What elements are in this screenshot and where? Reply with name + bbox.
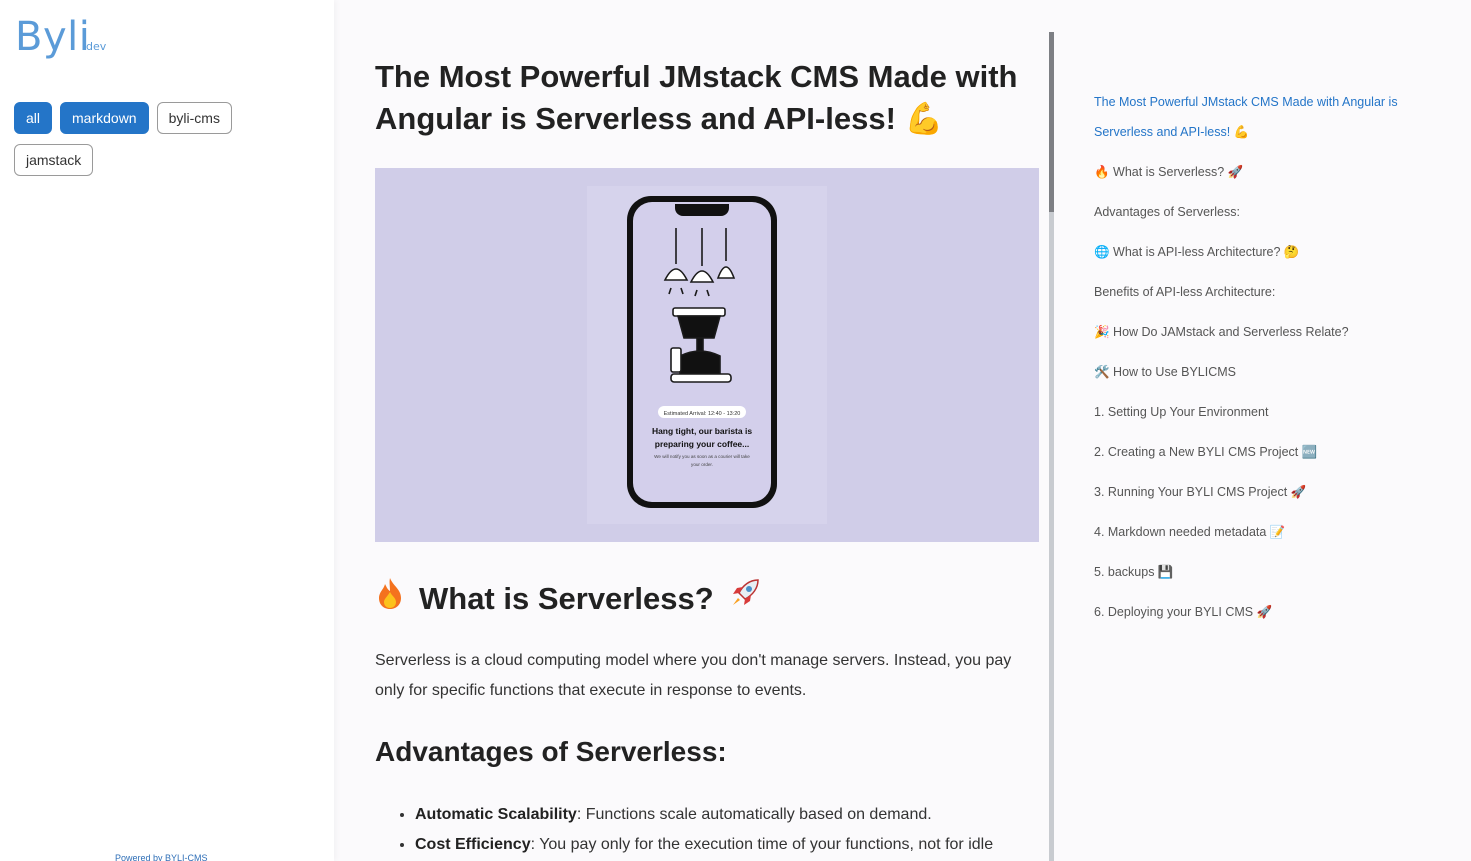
- toc-item-title[interactable]: The Most Powerful JMstack CMS Made with …: [1094, 87, 1434, 147]
- hero-heading-line1: Hang tight, our barista is: [652, 426, 752, 436]
- phone-illustration: Estimated Arrival: 12:40 - 13:20 Hang ti…: [587, 186, 827, 524]
- hero-heading-line2: preparing your coffee...: [655, 439, 749, 449]
- article-title: The Most Powerful JMstack CMS Made with …: [375, 59, 1018, 136]
- toc-item-run-project[interactable]: 3. Running Your BYLI CMS Project 🚀: [1094, 477, 1434, 507]
- hero-sub-line1: We will notify you as soon as a courier …: [654, 454, 750, 459]
- toc-item-create-project[interactable]: 2. Creating a New BYLI CMS Project 🆕: [1094, 437, 1434, 467]
- list-item-term: Automatic Scalability: [415, 806, 577, 823]
- tag-byli-cms-button[interactable]: byli-cms: [156, 102, 232, 134]
- list-item-text: : You pay only for the execution time of…: [530, 836, 994, 853]
- advantages-list: Automatic Scalability: Functions scale a…: [415, 800, 1045, 860]
- powered-by-link[interactable]: Powered by BYLI-CMS: [115, 853, 208, 861]
- table-of-contents: The Most Powerful JMstack CMS Made with …: [1094, 87, 1434, 637]
- section-heading-serverless-text: What is Serverless?: [419, 581, 714, 616]
- toc-item-deploying[interactable]: 6. Deploying your BYLI CMS 🚀: [1094, 597, 1434, 627]
- section-heading-serverless: What is Serverless?: [375, 576, 1045, 622]
- toc-item-markdown-metadata[interactable]: 4. Markdown needed metadata 📝: [1094, 517, 1434, 547]
- rocket-icon: [728, 576, 762, 622]
- brand-logo[interactable]: Byli: [15, 14, 90, 60]
- toc-item-backups[interactable]: 5. backups 💾: [1094, 557, 1434, 587]
- list-item: Automatic Scalability: Functions scale a…: [415, 800, 1045, 830]
- list-item-text: : Functions scale automatically based on…: [576, 806, 932, 823]
- hero-sub-line2: your order.: [691, 462, 713, 467]
- toc-item-what-is-api-less[interactable]: 🌐 What is API-less Architecture? 🤔: [1094, 237, 1434, 267]
- page: Byli dev all markdown byli-cms jamstack …: [0, 0, 1471, 861]
- toc-item-what-is-serverless[interactable]: 🔥 What is Serverless? 🚀: [1094, 157, 1434, 187]
- fire-icon: [375, 576, 405, 622]
- tag-jamstack-button[interactable]: jamstack: [14, 144, 94, 176]
- section-heading-advantages: Advantages of Serverless:: [375, 736, 727, 767]
- toc-item-advantages-serverless[interactable]: Advantages of Serverless:: [1094, 197, 1434, 227]
- brand-logo-sub: dev: [86, 40, 107, 53]
- sidebar: Byli dev all markdown byli-cms jamstack …: [0, 0, 334, 861]
- toc-item-setup-environment[interactable]: 1. Setting Up Your Environment: [1094, 397, 1434, 427]
- hero-badge-text: Estimated Arrival: 12:40 - 13:20: [664, 411, 741, 417]
- tag-all-button[interactable]: all: [14, 102, 53, 134]
- list-item: Cost Efficiency: You pay only for the ex…: [415, 830, 1045, 860]
- article: The Most Powerful JMstack CMS Made with …: [375, 56, 1045, 853]
- tag-filter-list: all markdown byli-cms jamstack: [14, 102, 314, 176]
- list-item-term: Cost Efficiency: [415, 836, 531, 853]
- toc-item-jamstack-serverless[interactable]: 🎉 How Do JAMstack and Serverless Relate?: [1094, 317, 1434, 347]
- hero-image: Estimated Arrival: 12:40 - 13:20 Hang ti…: [375, 168, 1039, 542]
- section-paragraph-serverless: Serverless is a cloud computing model wh…: [375, 652, 1012, 699]
- article-scrollbar-thumb[interactable]: [1049, 32, 1054, 212]
- toc-item-benefits-api-less[interactable]: Benefits of API-less Architecture:: [1094, 277, 1434, 307]
- tag-markdown-button[interactable]: markdown: [60, 102, 149, 134]
- toc-item-how-to-use[interactable]: 🛠️ How to Use BYLICMS: [1094, 357, 1434, 387]
